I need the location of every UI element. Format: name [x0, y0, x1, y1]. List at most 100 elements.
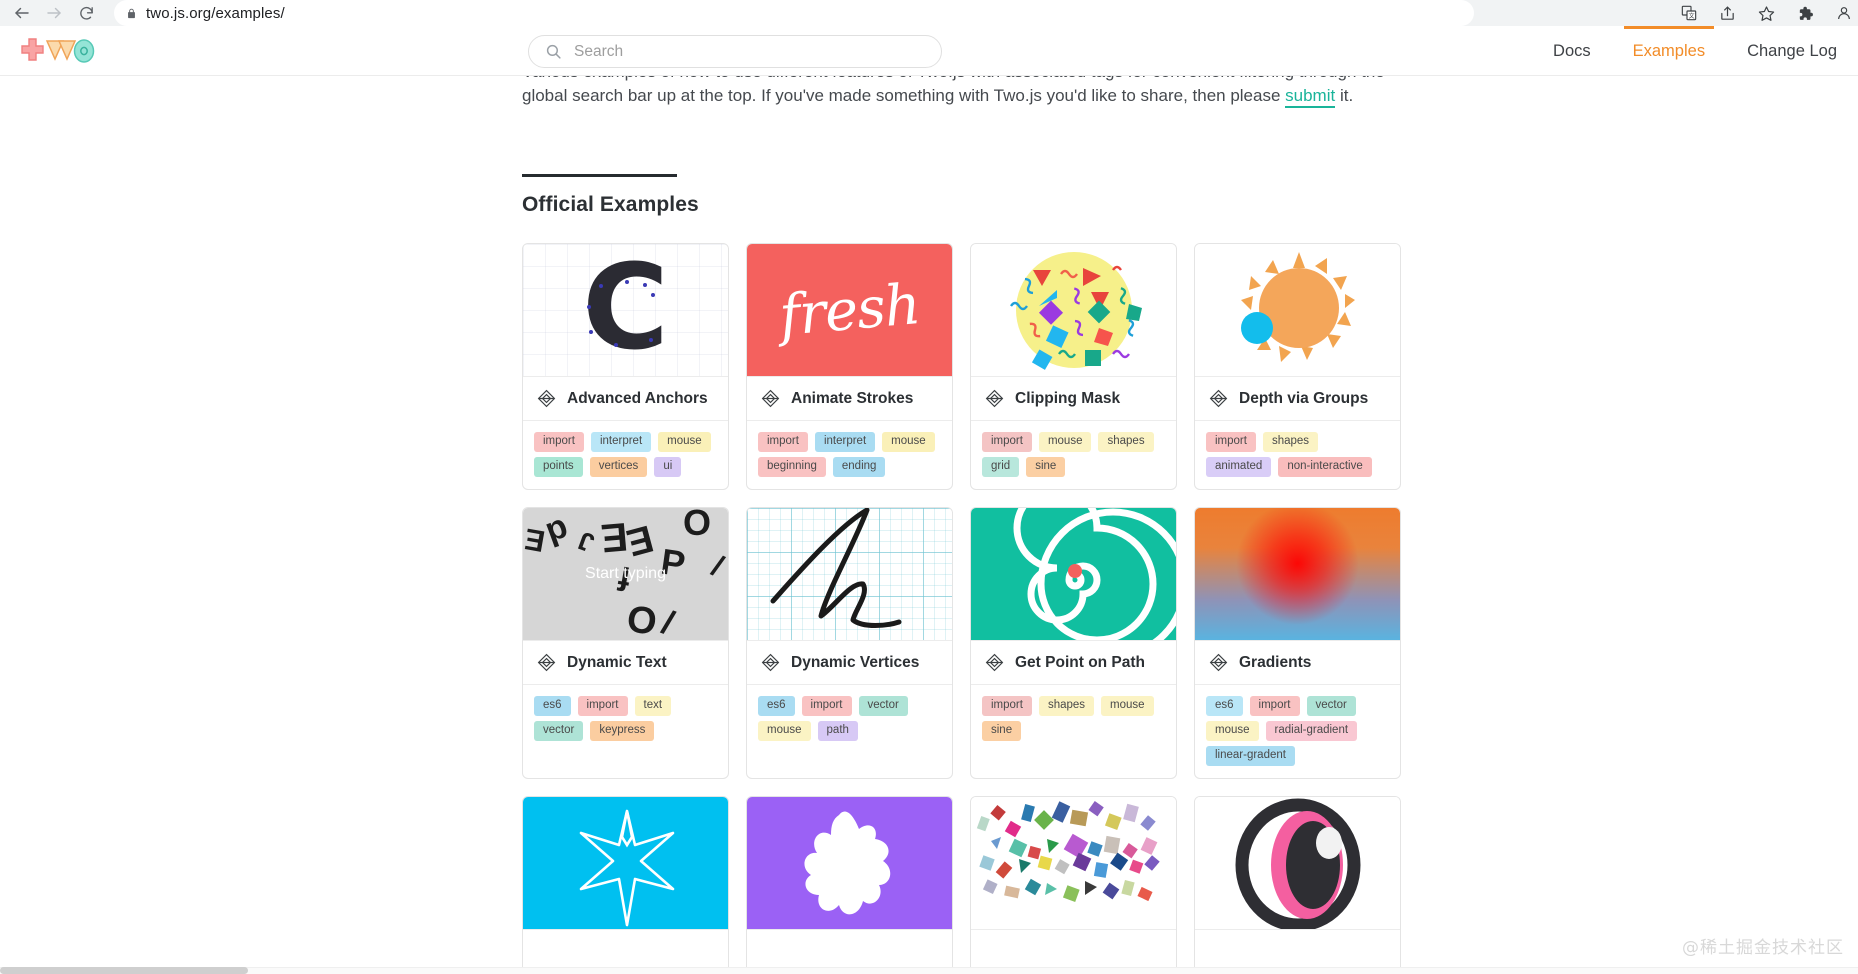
tag[interactable]: vector: [1306, 696, 1356, 716]
tag[interactable]: path: [817, 721, 858, 741]
tag[interactable]: import: [534, 432, 584, 452]
card-title-row: Gradients: [1195, 641, 1400, 685]
tag[interactable]: import: [1249, 696, 1300, 716]
forward-icon[interactable]: [40, 0, 68, 26]
example-card[interactable]: E d J E E O P / f O / Start typing Dynam…: [522, 507, 729, 779]
example-card[interactable]: Depth via Groups import shapes animated …: [1194, 243, 1401, 490]
nav-link-docs[interactable]: Docs: [1532, 26, 1612, 76]
page-content: Various examples of how to use different…: [522, 76, 1402, 974]
tag[interactable]: shapes: [1262, 432, 1319, 452]
octahedron-icon: [761, 389, 780, 408]
tag[interactable]: shapes: [1098, 432, 1154, 452]
example-card[interactable]: Get Point on Path import shapes mouse si…: [970, 507, 1177, 779]
search-input[interactable]: [574, 42, 925, 61]
card-tags: es6 import vector mouse radial-gradient …: [1195, 685, 1400, 778]
card-title-row: Dynamic Vertices: [747, 641, 952, 685]
horizontal-scrollbar-track[interactable]: [0, 967, 1858, 974]
tag[interactable]: non-interactive: [1278, 457, 1372, 477]
tag[interactable]: mouse: [658, 432, 711, 452]
card-preview-depth-via-groups: [1195, 244, 1400, 377]
tag[interactable]: text: [634, 696, 672, 716]
example-card[interactable]: C Advanced Anchors import interpret mous…: [522, 243, 729, 490]
tag[interactable]: es6: [534, 696, 571, 716]
example-card[interactable]: Clipping Mask import mouse shapes grid s…: [970, 243, 1177, 490]
intro-line-2-post: it.: [1335, 86, 1354, 105]
tag[interactable]: mouse: [1038, 432, 1092, 452]
tag[interactable]: interpret: [590, 432, 652, 452]
card-preview-purple-splat: [747, 797, 952, 930]
search-icon: [545, 43, 562, 60]
eye-icon: [1235, 798, 1361, 929]
card-title: Depth via Groups: [1239, 389, 1369, 407]
star-outline-icon: [579, 809, 675, 927]
tag[interactable]: mouse: [758, 721, 811, 741]
page-title: Official Examples: [522, 193, 699, 216]
example-card[interactable]: [522, 796, 729, 974]
share-icon[interactable]: [1719, 5, 1736, 22]
example-card[interactable]: [746, 796, 953, 974]
tag[interactable]: ui: [654, 457, 682, 477]
example-card[interactable]: [1194, 796, 1401, 974]
tag[interactable]: import: [577, 696, 628, 716]
intro-paragraph: Various examples of how to use different…: [522, 76, 1394, 108]
intro-line-2-pre: search bar up at the top. If you've made…: [572, 86, 1286, 105]
address-bar[interactable]: two.js.org/examples/: [114, 0, 1474, 26]
page-scroll-area[interactable]: Various examples of how to use different…: [0, 76, 1858, 974]
bookmark-star-icon[interactable]: [1758, 5, 1775, 22]
card-title-row: Dynamic Text: [523, 641, 728, 685]
card-preview-clipping-mask: [971, 244, 1176, 377]
tag[interactable]: sine: [1026, 457, 1066, 477]
tag[interactable]: interpret: [814, 432, 876, 452]
tag[interactable]: import: [982, 432, 1032, 452]
card-tags: import mouse shapes grid sine: [971, 421, 1176, 489]
tag[interactable]: ending: [832, 457, 886, 477]
octahedron-icon: [985, 653, 1004, 672]
card-title: Get Point on Path: [1015, 653, 1146, 671]
tag[interactable]: points: [534, 457, 583, 477]
card-preview-get-point-on-path: [971, 508, 1176, 641]
tag[interactable]: grid: [982, 457, 1020, 477]
tag[interactable]: import: [758, 432, 808, 452]
tag[interactable]: es6: [1206, 696, 1243, 716]
chrome-actions: 文: [1681, 0, 1858, 26]
example-card[interactable]: Gradients es6 import vector mouse radial…: [1194, 507, 1401, 779]
clipping-mask-artwork-icon: [1010, 252, 1142, 370]
nav-link-change-log[interactable]: Change Log: [1726, 26, 1858, 76]
tag[interactable]: es6: [758, 696, 795, 716]
site-logo[interactable]: [16, 32, 108, 70]
tag[interactable]: shapes: [1038, 696, 1095, 716]
tag[interactable]: vector: [858, 696, 908, 716]
tag[interactable]: beginning: [758, 457, 826, 477]
extensions-puzzle-icon[interactable]: [1797, 5, 1814, 22]
example-card[interactable]: Dynamic Vertices es6 import vector mouse…: [746, 507, 953, 779]
card-title-row: Advanced Anchors: [523, 377, 728, 421]
freehand-stroke-icon: [770, 508, 902, 628]
global-search[interactable]: [528, 35, 942, 68]
horizontal-scrollbar-thumb[interactable]: [0, 967, 248, 974]
reload-icon[interactable]: [72, 0, 100, 26]
tag[interactable]: animated: [1206, 457, 1272, 477]
card-preview-advanced-anchors: C: [523, 244, 728, 377]
tag[interactable]: import: [801, 696, 852, 716]
tag[interactable]: mouse: [1206, 721, 1259, 741]
tag[interactable]: sine: [982, 721, 1022, 741]
tag[interactable]: import: [1206, 432, 1256, 452]
tag[interactable]: keypress: [590, 721, 655, 741]
submit-link[interactable]: submit: [1285, 86, 1336, 108]
lock-icon: [126, 7, 137, 20]
tag[interactable]: linear-gradent: [1206, 746, 1295, 766]
tag[interactable]: vertices: [589, 457, 648, 477]
card-title-row: Animate Strokes: [747, 377, 952, 421]
example-card[interactable]: [970, 796, 1177, 974]
nav-link-examples[interactable]: Examples: [1612, 26, 1726, 76]
tag[interactable]: import: [982, 696, 1032, 716]
card-tags: es6 import vector mouse path: [747, 685, 952, 753]
profile-avatar-icon[interactable]: [1836, 5, 1852, 21]
example-card[interactable]: fresh Animate Strokes import interpret m…: [746, 243, 953, 490]
tag[interactable]: mouse: [882, 432, 935, 452]
back-icon[interactable]: [8, 0, 36, 26]
tag[interactable]: vector: [534, 721, 584, 741]
tag[interactable]: radial-gradient: [1265, 721, 1358, 741]
tag[interactable]: mouse: [1101, 696, 1154, 716]
translate-icon[interactable]: 文: [1681, 5, 1697, 21]
